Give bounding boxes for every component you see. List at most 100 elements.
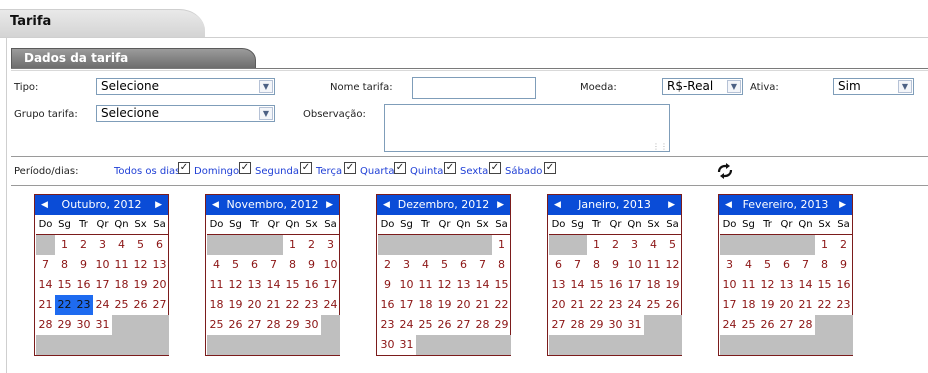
calendar-day[interactable]: 3 xyxy=(625,235,644,255)
calendar-day[interactable]: 28 xyxy=(264,315,283,335)
calendar-day[interactable]: 8 xyxy=(587,255,606,275)
calendar-day[interactable]: 12 xyxy=(758,275,777,295)
calendar-day[interactable]: 11 xyxy=(739,275,758,295)
calendar-day[interactable]: 4 xyxy=(207,255,226,275)
calendar-day[interactable]: 15 xyxy=(55,275,74,295)
calendar-day[interactable]: 10 xyxy=(93,255,112,275)
calendar-day[interactable]: 3 xyxy=(93,235,112,255)
calendar-day[interactable]: 11 xyxy=(644,255,663,275)
calendar-day[interactable]: 29 xyxy=(283,315,302,335)
day-link-segunda[interactable]: Segunda xyxy=(255,166,299,177)
nome-tarifa-input[interactable] xyxy=(412,77,536,99)
calendar-day[interactable]: 29 xyxy=(55,315,74,335)
calendar-day[interactable]: 15 xyxy=(283,275,302,295)
next-month-icon[interactable]: ▶ xyxy=(497,195,504,215)
calendar-day[interactable]: 17 xyxy=(321,275,340,295)
calendar-day[interactable]: 1 xyxy=(283,235,302,255)
calendar-day[interactable]: 28 xyxy=(36,315,55,335)
calendar-day[interactable]: 28 xyxy=(473,315,492,335)
calendar-day[interactable]: 6 xyxy=(777,255,796,275)
day-link-quinta[interactable]: Quinta xyxy=(410,166,443,177)
calendar-day[interactable]: 26 xyxy=(758,315,777,335)
calendar-day[interactable]: 5 xyxy=(131,235,150,255)
calendar-day[interactable]: 19 xyxy=(663,275,682,295)
calendar-day[interactable]: 16 xyxy=(378,295,397,315)
calendar-day[interactable]: 20 xyxy=(777,295,796,315)
calendar-day[interactable]: 7 xyxy=(36,255,55,275)
calendar-day[interactable]: 11 xyxy=(207,275,226,295)
calendar-day[interactable]: 31 xyxy=(397,335,416,355)
grupo-tarifa-select[interactable]: Selecione ▼ xyxy=(96,105,275,122)
calendar-day[interactable]: 9 xyxy=(606,255,625,275)
calendar-day[interactable]: 28 xyxy=(796,315,815,335)
calendar-day[interactable]: 30 xyxy=(606,315,625,335)
calendar-day[interactable]: 26 xyxy=(131,295,150,315)
calendar-day[interactable]: 2 xyxy=(74,235,93,255)
calendar-day[interactable]: 21 xyxy=(36,295,55,315)
calendar-day[interactable]: 6 xyxy=(150,235,169,255)
calendar-day[interactable]: 25 xyxy=(112,295,131,315)
calendar-day[interactable]: 24 xyxy=(720,315,739,335)
calendar-day[interactable]: 6 xyxy=(245,255,264,275)
calendar-day[interactable]: 30 xyxy=(378,335,397,355)
calendar-day[interactable]: 6 xyxy=(454,255,473,275)
calendar-day[interactable]: 14 xyxy=(473,275,492,295)
calendar-day[interactable]: 19 xyxy=(131,275,150,295)
calendar-day[interactable]: 25 xyxy=(416,315,435,335)
calendar-day[interactable]: 4 xyxy=(112,235,131,255)
calendar-day[interactable]: 28 xyxy=(568,315,587,335)
calendar-day[interactable]: 25 xyxy=(207,315,226,335)
checkbox-quinta[interactable]: ✓ xyxy=(444,162,456,174)
calendar-day[interactable]: 18 xyxy=(416,295,435,315)
calendar-day[interactable]: 23 xyxy=(378,315,397,335)
calendar-day[interactable]: 16 xyxy=(74,275,93,295)
checkbox-sexta[interactable]: ✓ xyxy=(489,162,501,174)
calendar-day[interactable]: 17 xyxy=(93,275,112,295)
calendar-day[interactable]: 23 xyxy=(302,295,321,315)
next-month-icon[interactable]: ▶ xyxy=(155,195,162,215)
checkbox-sabado[interactable]: ✓ xyxy=(544,162,556,174)
calendar-day[interactable]: 2 xyxy=(302,235,321,255)
calendar-day[interactable]: 13 xyxy=(454,275,473,295)
ativa-select[interactable]: Sim ▼ xyxy=(833,78,914,95)
calendar-day[interactable]: 10 xyxy=(321,255,340,275)
calendar-day[interactable]: 8 xyxy=(815,255,834,275)
calendar-day[interactable]: 5 xyxy=(758,255,777,275)
calendar-day[interactable]: 27 xyxy=(454,315,473,335)
resize-grip-icon[interactable]: ⋮⋮ xyxy=(652,142,668,151)
next-month-icon[interactable]: ▶ xyxy=(668,195,675,215)
calendar-day[interactable]: 1 xyxy=(815,235,834,255)
prev-month-icon[interactable]: ◀ xyxy=(212,195,219,215)
calendar-day[interactable]: 1 xyxy=(55,235,74,255)
calendar-day[interactable]: 3 xyxy=(720,255,739,275)
prev-month-icon[interactable]: ◀ xyxy=(41,195,48,215)
checkbox-segunda[interactable]: ✓ xyxy=(300,162,312,174)
calendar-day[interactable]: 9 xyxy=(302,255,321,275)
checkbox-quarta[interactable]: ✓ xyxy=(394,162,406,174)
calendar-day[interactable]: 12 xyxy=(131,255,150,275)
calendar-day[interactable]: 9 xyxy=(378,275,397,295)
calendar-day[interactable]: 22 xyxy=(815,295,834,315)
calendar-day[interactable]: 12 xyxy=(435,275,454,295)
calendar-day[interactable]: 21 xyxy=(796,295,815,315)
calendar-day[interactable]: 9 xyxy=(74,255,93,275)
calendar-day[interactable]: 15 xyxy=(492,275,511,295)
calendar-day[interactable]: 7 xyxy=(473,255,492,275)
calendar-day[interactable]: 10 xyxy=(720,275,739,295)
calendar-day[interactable]: 26 xyxy=(663,295,682,315)
checkbox-terca[interactable]: ✓ xyxy=(344,162,356,174)
calendar-day[interactable]: 7 xyxy=(796,255,815,275)
calendar-day[interactable]: 20 xyxy=(454,295,473,315)
calendar-day[interactable]: 27 xyxy=(150,295,169,315)
calendar-day[interactable]: 18 xyxy=(739,295,758,315)
tab-tarifa[interactable]: Tarifa xyxy=(0,9,205,38)
calendar-day[interactable]: 23 xyxy=(74,295,93,315)
calendar-day[interactable]: 31 xyxy=(625,315,644,335)
calendar-day[interactable]: 30 xyxy=(302,315,321,335)
calendar-day[interactable]: 29 xyxy=(492,315,511,335)
calendar-day[interactable]: 17 xyxy=(720,295,739,315)
calendar-day[interactable]: 25 xyxy=(739,315,758,335)
calendar-day[interactable]: 26 xyxy=(226,315,245,335)
calendar-day[interactable]: 11 xyxy=(112,255,131,275)
calendar-day[interactable]: 19 xyxy=(435,295,454,315)
